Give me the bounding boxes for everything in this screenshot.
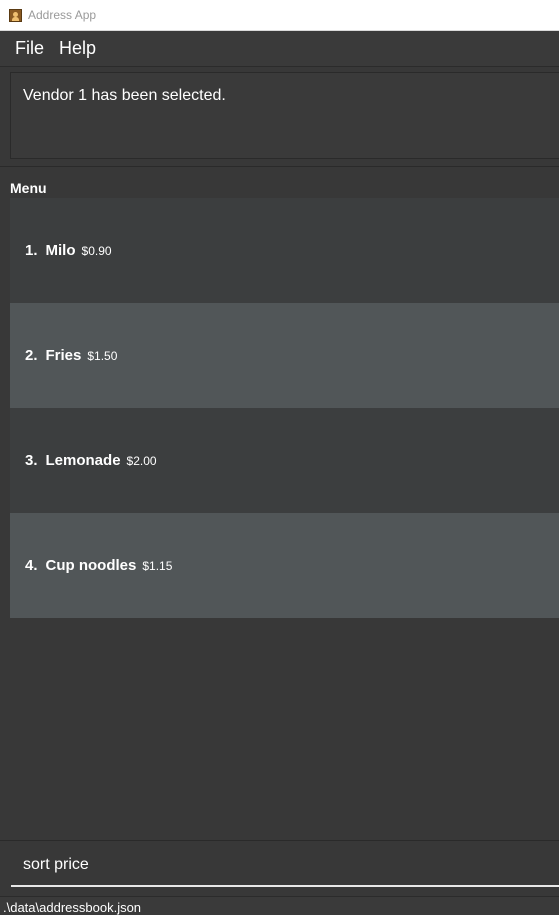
menu-item-3[interactable]: 3. Lemonade $2.00 xyxy=(10,408,559,513)
menu-panel-title: Menu xyxy=(10,180,47,196)
app-icon xyxy=(9,9,22,22)
item-name: Cup noodles xyxy=(45,557,137,574)
item-price: $1.15 xyxy=(142,558,173,573)
item-index: 1. xyxy=(25,242,38,259)
item-index: 2. xyxy=(25,347,38,364)
window-title: Address App xyxy=(28,8,97,22)
app-window: Address App File Help Vendor 1 has been … xyxy=(0,0,559,915)
result-display-panel: Vendor 1 has been selected. xyxy=(0,67,559,166)
save-location: .\data\addressbook.json xyxy=(3,900,142,915)
command-box xyxy=(0,840,559,896)
result-display[interactable]: Vendor 1 has been selected. xyxy=(10,72,559,159)
item-name: Fries xyxy=(45,347,82,364)
command-input[interactable] xyxy=(11,845,559,887)
menu-bar: File Help xyxy=(0,31,559,67)
title-bar: Address App xyxy=(0,0,559,31)
item-name: Lemonade xyxy=(45,452,121,469)
status-bar: .\data\addressbook.json xyxy=(0,896,559,915)
menu-file[interactable]: File xyxy=(15,38,44,59)
menu-item-1[interactable]: 1. Milo $0.90 xyxy=(10,198,559,303)
result-message: Vendor 1 has been selected. xyxy=(23,87,226,104)
menu-item-4[interactable]: 4. Cup noodles $1.15 xyxy=(10,513,559,618)
menu-help[interactable]: Help xyxy=(59,38,96,59)
divider xyxy=(0,166,559,167)
menu-list[interactable]: 1. Milo $0.90 2. Fries $1.50 3. Lemonade… xyxy=(10,198,559,618)
item-index: 4. xyxy=(25,557,38,574)
item-price: $2.00 xyxy=(126,453,157,468)
item-price: $1.50 xyxy=(87,348,118,363)
menu-item-2[interactable]: 2. Fries $1.50 xyxy=(10,303,559,408)
item-price: $0.90 xyxy=(81,243,112,258)
item-name: Milo xyxy=(45,242,76,259)
item-index: 3. xyxy=(25,452,38,469)
